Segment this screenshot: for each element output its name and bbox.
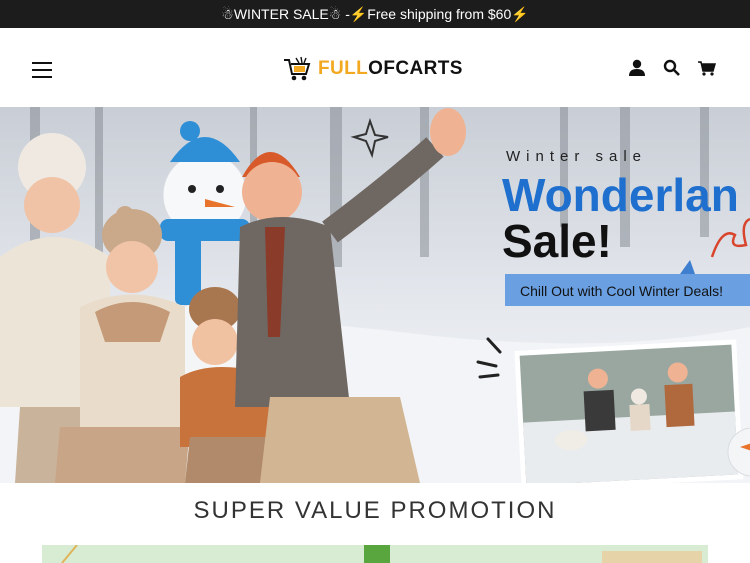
search-icon[interactable] (662, 58, 682, 78)
announcement-bar: ☃WINTER SALE☃ -⚡Free shipping from $60⚡ (0, 0, 750, 28)
site-header: FULLOFCARTS (0, 28, 750, 107)
hero-headline-line1: Wonderlan (502, 169, 739, 221)
hero-banner[interactable]: Winter sale Wonderlan Sale! Chill Out wi… (0, 107, 750, 483)
inset-photo (514, 339, 744, 483)
cart-logo-icon (284, 56, 311, 81)
hero-cta-label: Chill Out with Cool Winter Deals! (520, 283, 723, 299)
logo-text-part2: OFCARTS (368, 58, 463, 79)
promotion-title: SUPER VALUE PROMOTION (193, 497, 557, 524)
cart-icon[interactable] (697, 58, 717, 78)
promotion-banner-art (42, 545, 708, 563)
logo-text: FULLOFCARTS (318, 58, 463, 80)
hero-illustration: Winter sale Wonderlan Sale! Chill Out wi… (0, 107, 750, 483)
site-logo[interactable]: FULLOFCARTS (282, 55, 463, 83)
announcement-text: ☃WINTER SALE☃ -⚡Free shipping from $60⚡ (221, 6, 529, 22)
menu-icon[interactable] (32, 62, 52, 78)
account-icon[interactable] (627, 58, 647, 78)
promotion-banner[interactable] (42, 545, 708, 563)
logo-text-part1: FULL (318, 58, 369, 79)
hero-small-text: Winter sale (506, 148, 647, 165)
hero-headline-line2: Sale! (502, 215, 612, 267)
